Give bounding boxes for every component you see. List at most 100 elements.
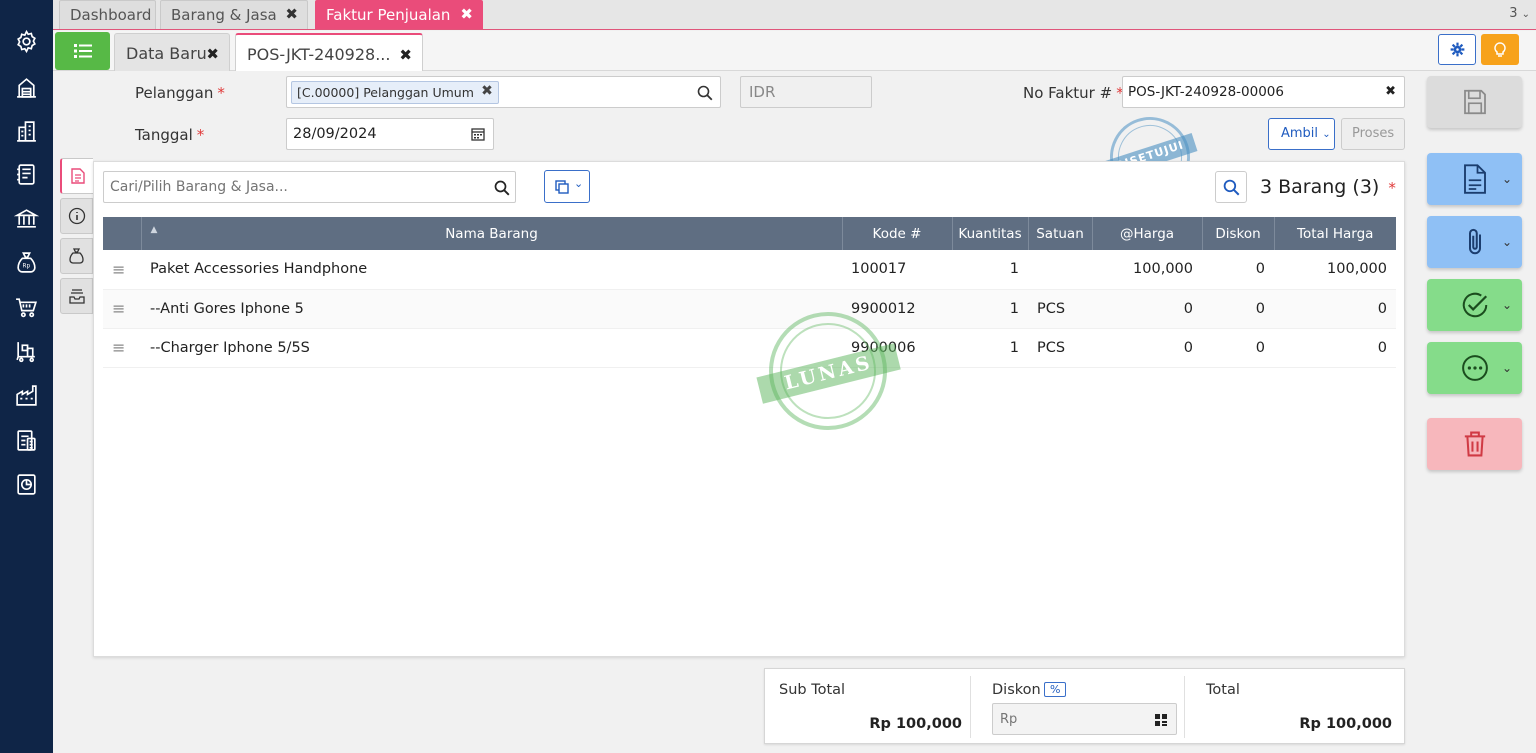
cell-nama: --Anti Gores Iphone 5 [141,289,842,329]
tab-data-baru[interactable]: Data Baru ✖ [114,33,230,71]
search-icon[interactable] [697,85,713,101]
drag-handle-icon[interactable]: ≡ [103,328,141,368]
calendar-icon[interactable] [471,127,485,141]
column-label: Diskon [1215,225,1261,242]
close-icon[interactable]: ✖ [285,5,298,23]
drag-handle-icon[interactable]: ≡ [103,289,141,329]
attachment-button[interactable]: ⌄ [1427,216,1522,268]
column-label: Kuantitas [958,225,1022,242]
gear-icon [1450,42,1464,57]
column-kode[interactable]: Kode # [842,217,953,250]
tab-pos-invoice[interactable]: POS-JKT-240928... ✖ [235,33,423,71]
close-icon[interactable]: ✖ [206,45,219,63]
tab-barang-jasa[interactable]: Barang & Jasa ✖ [160,0,308,29]
ambil-button[interactable]: Ambil ⌄ [1268,118,1335,150]
column-harga[interactable]: @Harga [1092,217,1203,250]
column-diskon[interactable]: Diskon [1202,217,1275,250]
clear-icon[interactable]: ✖ [1385,84,1396,99]
warehouse-icon[interactable] [13,74,40,101]
close-icon[interactable]: ✖ [460,5,473,23]
drag-handle-icon[interactable]: ≡ [103,250,141,290]
chevron-down-icon: ⌄ [1322,129,1331,140]
column-total-harga[interactable]: Total Harga [1274,217,1396,250]
table-row[interactable]: ≡ --Anti Gores Iphone 5 9900012 1 PCS 0 … [103,289,1396,329]
tab-label: POS-JKT-240928... [247,45,391,64]
chevron-down-icon: ⌄ [1501,298,1512,312]
cell-satuan: PCS [1028,289,1092,329]
date-value: 28/09/2024 [293,126,377,142]
item-search-field[interactable] [103,171,516,203]
tab-payment[interactable] [60,238,93,274]
cart-icon[interactable] [13,294,40,321]
pelanggan-label: Pelanggan * [135,84,225,102]
copy-dropdown-button[interactable]: ⌄ [544,170,590,203]
tab-label: Dashboard [70,6,152,24]
save-icon [1463,89,1486,115]
cell-diskon: 0 [1202,328,1274,368]
tanggal-label: Tanggal * [135,126,205,144]
bank-icon[interactable] [13,205,40,232]
tips-button[interactable] [1481,34,1519,65]
discount-percent-toggle[interactable]: % [1044,682,1067,697]
tab-count-dropdown[interactable]: 3 ⌄ [1509,6,1530,21]
total-label: Total [1206,682,1240,698]
sort-icon[interactable]: ▲ [151,225,158,235]
report-icon[interactable] [13,471,40,498]
money-bag-icon [68,248,84,264]
factory-icon[interactable] [13,382,40,409]
table-row[interactable]: ≡ --Charger Iphone 5/5S 9900006 1 PCS 0 … [103,328,1396,368]
proses-button[interactable]: Proses [1341,118,1405,150]
discount-field[interactable] [992,703,1177,735]
close-icon[interactable]: ✖ [481,83,493,99]
column-nama-barang[interactable]: ▲ Nama Barang [141,217,843,250]
calculator-icon[interactable] [1154,713,1168,727]
column-kuantitas[interactable]: Kuantitas [952,217,1029,250]
trash-icon [1464,431,1485,457]
table-header: ▲ Nama Barang Kode # Kuantitas Satuan @H… [103,217,1396,250]
delete-button[interactable] [1427,418,1522,470]
subtotal-value: Rp 100,000 [869,716,962,732]
items-table: ▲ Nama Barang Kode # Kuantitas Satuan @H… [103,217,1396,368]
trolley-icon[interactable] [13,338,40,365]
document-menu-button[interactable]: ⌄ [1427,153,1522,205]
column-satuan[interactable]: Satuan [1028,217,1093,250]
cell-satuan [1028,250,1092,290]
more-actions-button[interactable]: ⌄ [1427,342,1522,394]
building-icon[interactable] [13,118,40,145]
cell-kode: 100017 [842,250,952,290]
item-search-button[interactable] [1215,171,1247,203]
table-row[interactable]: ≡ Paket Accessories Handphone 100017 1 1… [103,250,1396,290]
date-field[interactable]: 28/09/2024 [286,118,494,150]
cell-diskon: 0 [1202,289,1274,329]
ledger-icon[interactable] [13,161,40,188]
no-faktur-label: No Faktur # * [1023,84,1124,102]
tab-archive[interactable] [60,278,93,314]
cell-total: 0 [1274,328,1396,368]
item-count-label: 3 Barang (3) [1260,176,1380,198]
customer-chip-label: [C.00000] Pelanggan Umum [297,85,474,100]
document-icon [70,168,85,184]
tax-icon[interactable] [13,427,40,454]
gear-icon[interactable] [13,28,40,55]
settings-button[interactable] [1438,34,1476,65]
tab-faktur-penjualan[interactable]: Faktur Penjualan ✖ [315,0,483,29]
tab-dashboard[interactable]: Dashboard [59,0,156,29]
search-icon[interactable] [494,180,510,196]
invoice-number-field[interactable]: POS-JKT-240928-00006 ✖ [1122,76,1405,108]
items-panel: ⌄ 3 Barang (3) * ▲ Nama Barang Kode # Ku… [93,161,1405,657]
copy-icon [555,180,569,194]
list-menu-button[interactable] [55,32,110,70]
tab-items-detail[interactable] [60,158,93,194]
cell-qty: 1 [952,289,1028,329]
approve-button[interactable]: ⌄ [1427,279,1522,331]
cell-qty: 1 [952,250,1028,290]
close-icon[interactable]: ✖ [399,46,412,64]
discount-input[interactable] [993,704,1133,734]
tab-info[interactable] [60,198,93,234]
check-circle-icon [1462,292,1487,318]
total-value: Rp 100,000 [1299,716,1392,732]
money-bag-icon[interactable]: Rp [13,249,40,276]
item-search-input[interactable] [104,172,484,201]
save-button[interactable] [1427,76,1522,128]
customer-field[interactable]: [C.00000] Pelanggan Umum ✖ [286,76,721,108]
